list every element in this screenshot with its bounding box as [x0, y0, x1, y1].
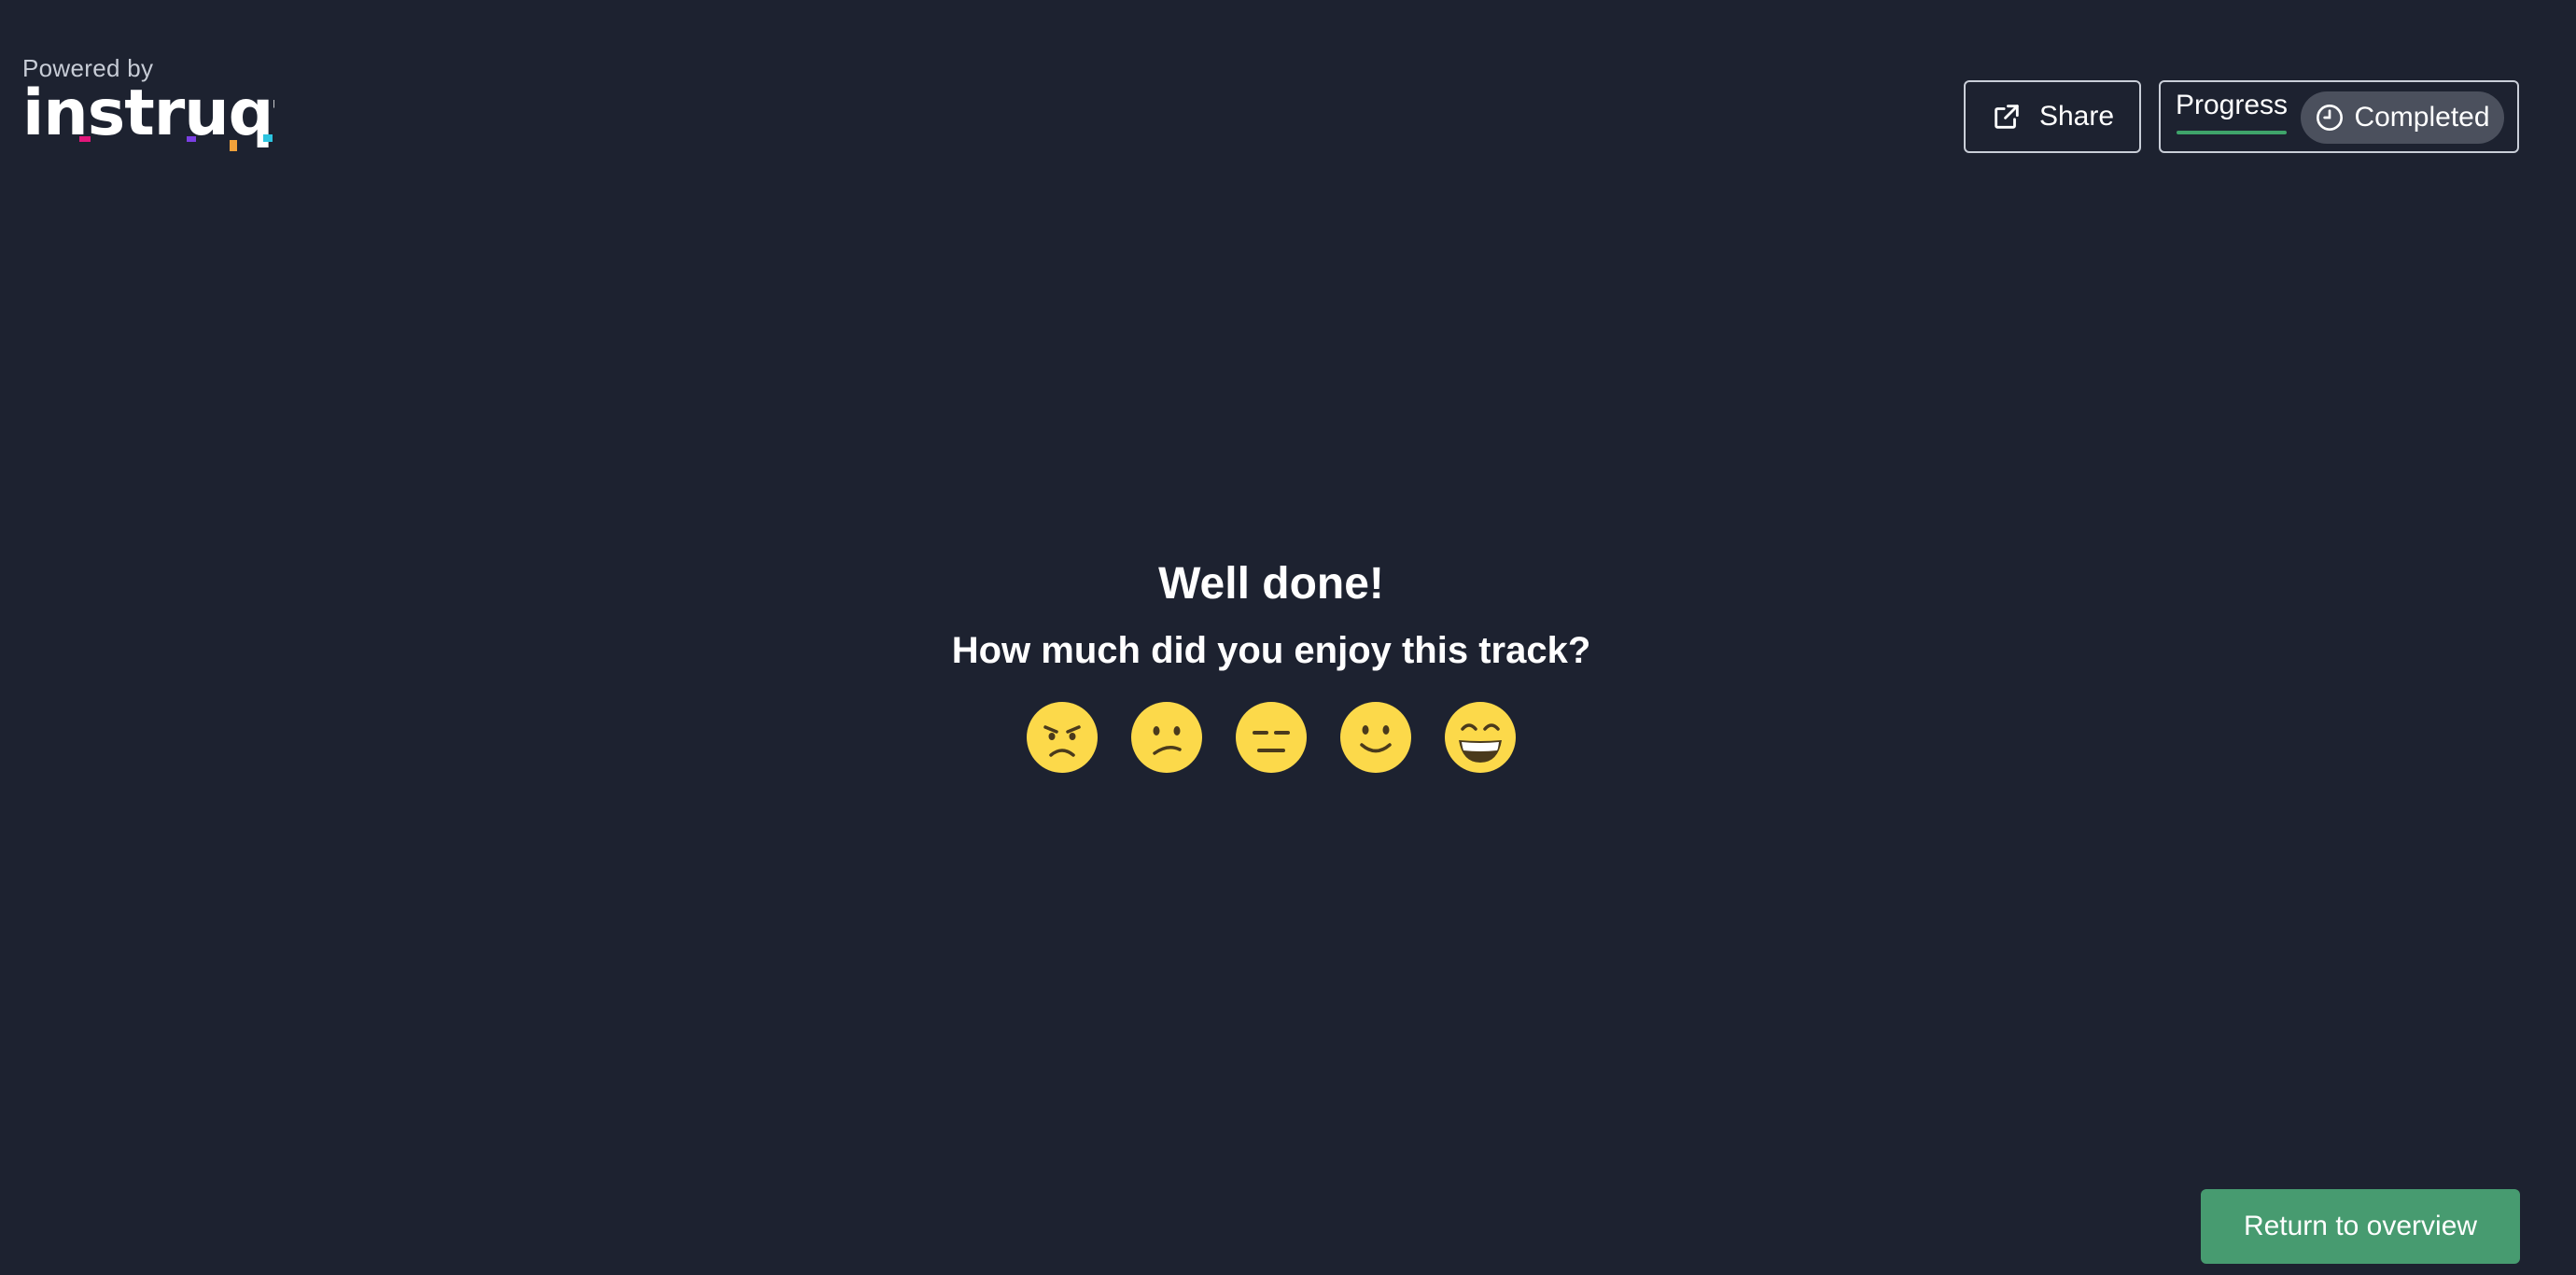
status-label: Completed: [2354, 102, 2490, 133]
powered-by-label: Powered by: [22, 54, 154, 82]
progress-label: Progress: [2176, 90, 2289, 120]
progress-panel: Progress Completed: [2159, 80, 2519, 153]
share-icon: [1995, 105, 2019, 129]
slightly-smiling-face-icon[interactable]: [1339, 701, 1412, 774]
confused-face-icon[interactable]: [1130, 701, 1203, 774]
share-label: Share: [2038, 101, 2115, 132]
share-button[interactable]: Share: [1964, 80, 2141, 153]
status-badge: Completed: [2301, 91, 2504, 144]
rating-question: How much did you enjoy this track?: [951, 630, 1591, 671]
completion-panel: Well done! How much did you enjoy this t…: [0, 555, 2542, 774]
clock-icon: [2317, 105, 2344, 131]
grinning-face-icon[interactable]: [1444, 701, 1517, 774]
return-to-overview-button[interactable]: Return to overview: [2201, 1189, 2520, 1264]
expressionless-face-icon[interactable]: [1235, 701, 1308, 774]
instruqt-logo: instruqt: [22, 86, 274, 151]
progress-bar: [2177, 131, 2287, 134]
angry-face-icon[interactable]: [1026, 701, 1099, 774]
page: Powered by instruqt Share Progress Compl…: [0, 0, 2576, 1275]
page-title: Well done!: [1158, 559, 1384, 609]
rating-options: [0, 701, 2542, 774]
progress-bar-fill: [2177, 131, 2287, 134]
brand: Powered by instruqt: [22, 54, 274, 153]
